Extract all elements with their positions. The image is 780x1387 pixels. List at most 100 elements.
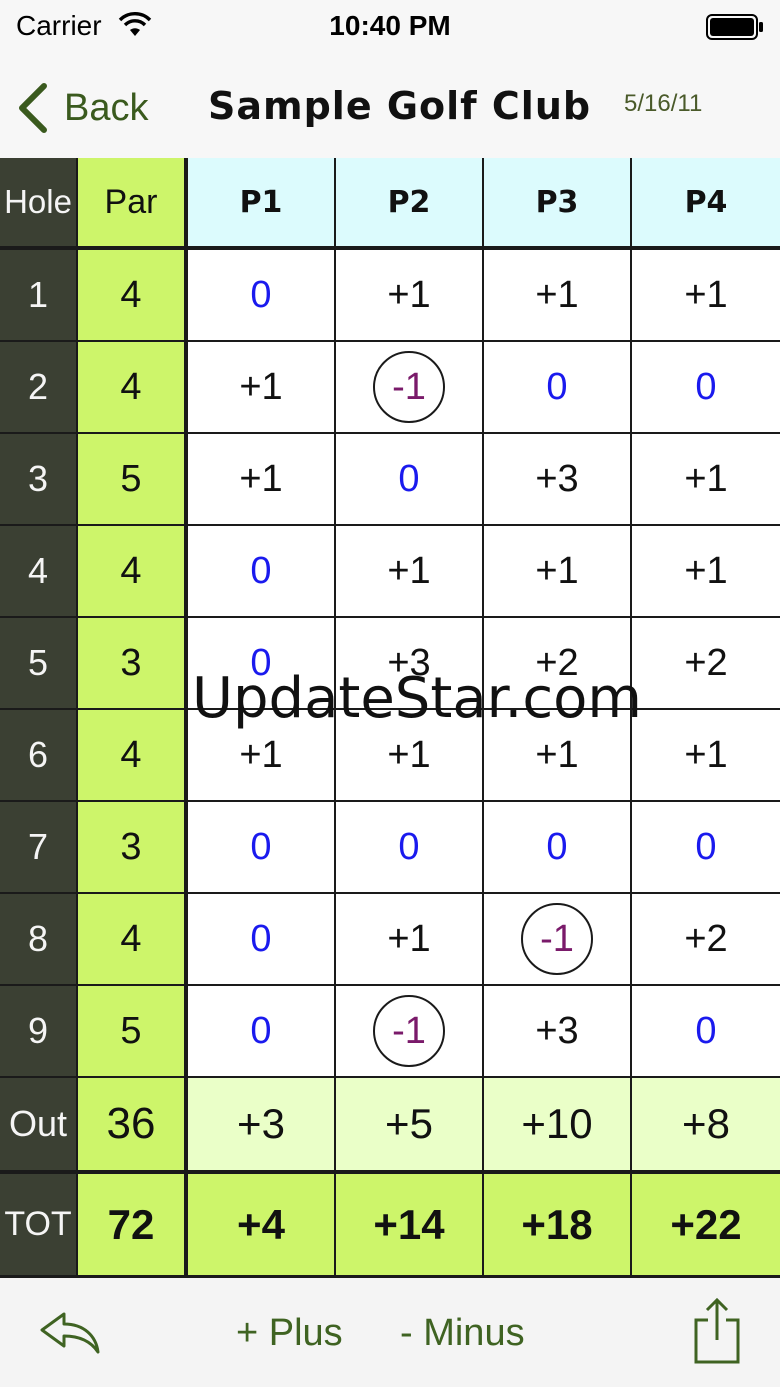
tot-par: 72 [78,1174,188,1278]
score-cell-p2[interactable]: -1 [336,342,484,434]
score-value: 0 [398,457,420,500]
hole-row: 6 4 +1 +1 +1 +1 [0,710,780,802]
score-value: +3 [535,1009,579,1052]
score-cell-p1[interactable]: 0 [188,802,336,894]
out-score-p1: +3 [188,1078,336,1174]
score-cell-p3[interactable]: +2 [484,618,632,710]
out-par: 36 [78,1078,188,1174]
score-cell-p3[interactable]: +1 [484,526,632,618]
hole-number: 4 [0,526,78,618]
reply-icon[interactable] [38,1308,102,1356]
page-title: Sample Golf Club [208,84,592,128]
score-cell-p3[interactable]: +1 [484,710,632,802]
score-value: +1 [239,457,283,500]
minus-button[interactable]: - Minus [400,1312,525,1355]
share-icon[interactable] [690,1296,744,1366]
score-cell-p4[interactable]: +2 [632,894,780,986]
score-cell-p1[interactable]: 0 [188,618,336,710]
scorecard-header-row: Hole Par P1 P2 P3 P4 [0,158,780,250]
score-cell-p2[interactable]: +1 [336,710,484,802]
score-cell-p4[interactable]: +1 [632,434,780,526]
plus-button[interactable]: + Plus [236,1312,343,1355]
hole-row: 9 5 0 -1 +3 0 [0,986,780,1078]
score-value: +2 [684,917,728,960]
score-cell-p2[interactable]: 0 [336,802,484,894]
score-value: +1 [684,457,728,500]
score-value: +1 [535,273,579,316]
birdie-score: -1 [521,903,593,975]
tot-score-p3: +18 [484,1174,632,1278]
hole-header: Hole [0,158,78,250]
score-value: +1 [387,917,431,960]
hole-row: 1 4 0 +1 +1 +1 [0,250,780,342]
score-value: 0 [250,917,272,960]
score-cell-p4[interactable]: +1 [632,710,780,802]
out-score-p2: +5 [336,1078,484,1174]
battery-icon [706,14,763,40]
hole-par: 4 [78,342,188,434]
score-value: +1 [535,549,579,592]
score-cell-p4[interactable]: 0 [632,986,780,1078]
tot-score-p4: +22 [632,1174,780,1278]
navigation-bar: Back Sample Golf Club 5/16/11 [0,54,780,158]
score-cell-p4[interactable]: +1 [632,250,780,342]
score-cell-p4[interactable]: 0 [632,342,780,434]
back-label: Back [64,86,149,129]
score-value: 0 [695,365,717,408]
out-label: Out [0,1078,78,1174]
score-cell-p1[interactable]: +1 [188,342,336,434]
hole-number: 8 [0,894,78,986]
score-cell-p2[interactable]: 0 [336,434,484,526]
score-cell-p1[interactable]: +1 [188,434,336,526]
hole-row: 3 5 +1 0 +3 +1 [0,434,780,526]
hole-row: 8 4 0 +1 -1 +2 [0,894,780,986]
score-cell-p3[interactable]: +3 [484,986,632,1078]
player-header-p2[interactable]: P2 [336,158,484,250]
par-header: Par [78,158,188,250]
score-cell-p4[interactable]: 0 [632,802,780,894]
hole-row: 4 4 0 +1 +1 +1 [0,526,780,618]
birdie-score: -1 [373,351,445,423]
player-header-p3[interactable]: P3 [484,158,632,250]
status-bar: Carrier 10:40 PM [0,0,780,54]
birdie-score: -1 [373,995,445,1067]
score-cell-p4[interactable]: +1 [632,526,780,618]
back-button[interactable]: Back [16,78,148,138]
score-cell-p1[interactable]: 0 [188,250,336,342]
score-value: 0 [250,549,272,592]
score-cell-p2[interactable]: -1 [336,986,484,1078]
score-cell-p1[interactable]: +1 [188,710,336,802]
out-score-p3: +10 [484,1078,632,1174]
player-header-p4[interactable]: P4 [632,158,780,250]
hole-par: 5 [78,986,188,1078]
hole-par: 3 [78,802,188,894]
score-cell-p4[interactable]: +2 [632,618,780,710]
score-value: 0 [250,825,272,868]
score-value: 0 [250,641,272,684]
score-value: +1 [387,733,431,776]
score-cell-p2[interactable]: +1 [336,526,484,618]
score-cell-p3[interactable]: +3 [484,434,632,526]
round-date: 5/16/11 [624,90,703,117]
score-value: +1 [387,549,431,592]
hole-number: 2 [0,342,78,434]
score-value: +2 [684,641,728,684]
score-cell-p1[interactable]: 0 [188,526,336,618]
player-header-p1[interactable]: P1 [188,158,336,250]
score-value: 0 [695,825,717,868]
score-cell-p3[interactable]: 0 [484,342,632,434]
score-cell-p3[interactable]: 0 [484,802,632,894]
score-cell-p3[interactable]: +1 [484,250,632,342]
score-value: 0 [398,825,420,868]
score-value: +3 [387,641,431,684]
score-cell-p2[interactable]: +1 [336,250,484,342]
score-cell-p2[interactable]: +1 [336,894,484,986]
hole-number: 7 [0,802,78,894]
hole-number: 6 [0,710,78,802]
score-cell-p2[interactable]: +3 [336,618,484,710]
score-cell-p1[interactable]: 0 [188,986,336,1078]
score-value: +2 [535,641,579,684]
score-value: 0 [250,273,272,316]
score-cell-p1[interactable]: 0 [188,894,336,986]
score-cell-p3[interactable]: -1 [484,894,632,986]
